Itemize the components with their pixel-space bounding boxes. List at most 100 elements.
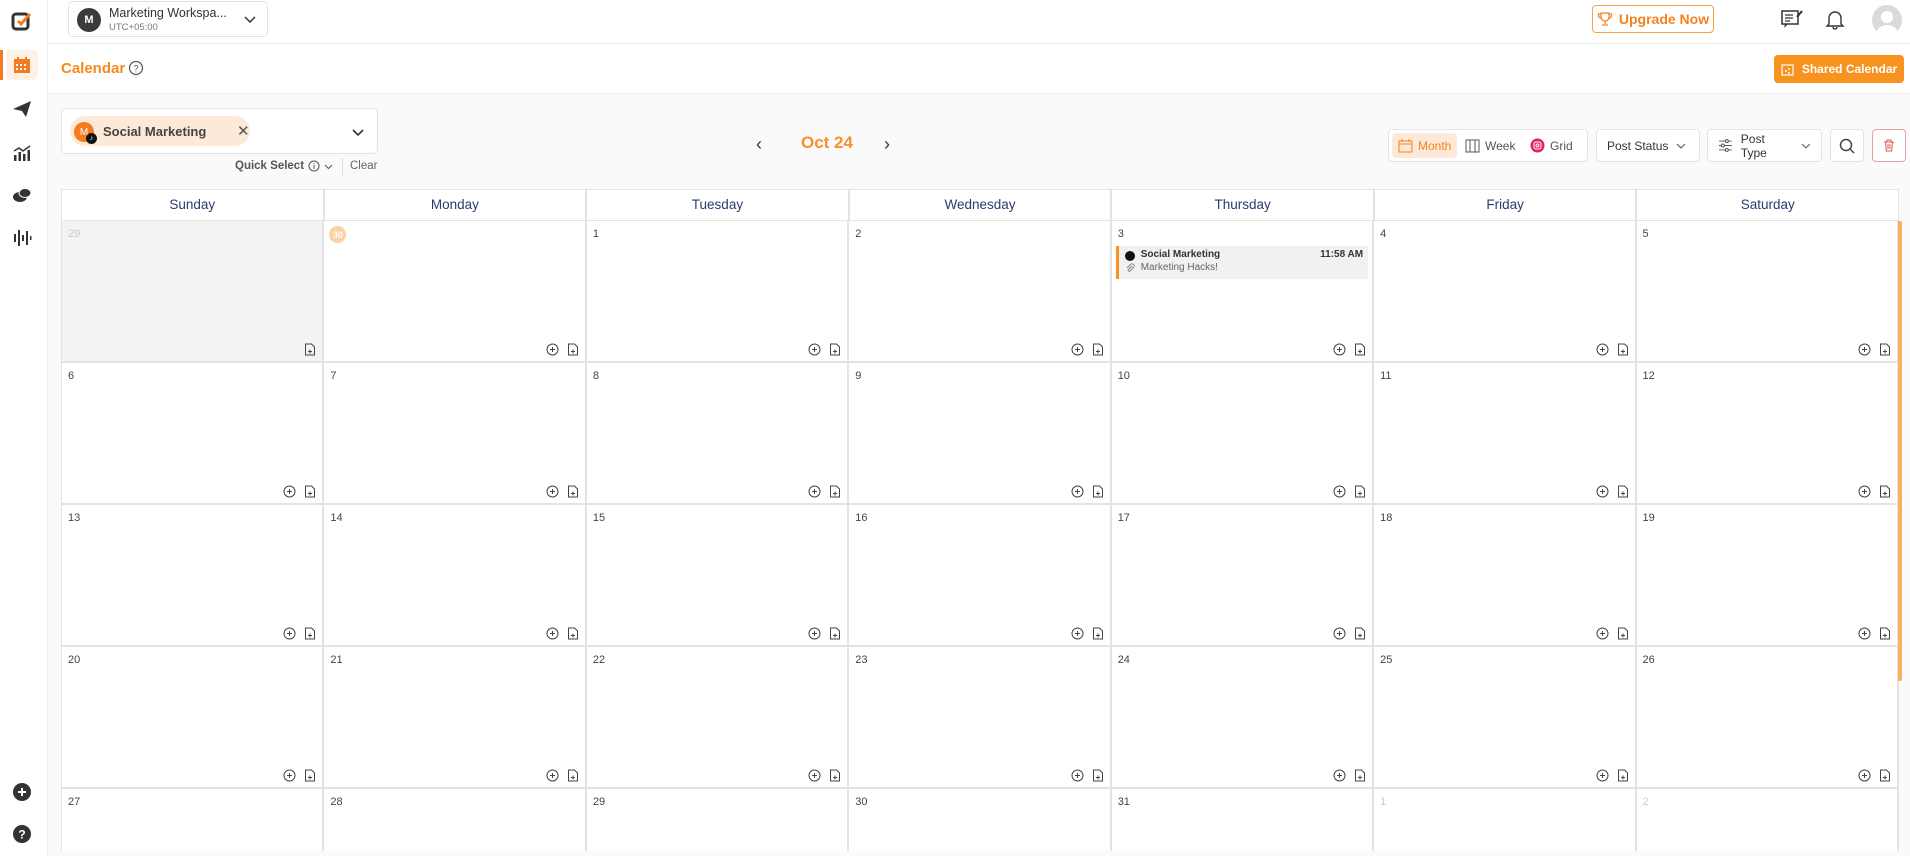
calendar-day-cell[interactable]: 5	[1636, 221, 1899, 361]
workspace-selector[interactable]: M Marketing Workspa... UTC+05:00	[68, 1, 268, 37]
delete-button[interactable]	[1872, 129, 1906, 162]
add-draft-icon[interactable]	[567, 485, 579, 498]
calendar-day-cell[interactable]: 4	[1374, 221, 1637, 361]
add-draft-icon[interactable]	[1354, 343, 1366, 356]
upgrade-now-button[interactable]: Upgrade Now	[1592, 5, 1714, 33]
add-draft-icon[interactable]	[1879, 485, 1891, 498]
add-draft-icon[interactable]	[1879, 343, 1891, 356]
add-draft-icon[interactable]	[1617, 769, 1629, 782]
calendar-day-cell[interactable]: 30	[324, 221, 587, 361]
add-post-icon[interactable]	[1858, 769, 1871, 782]
add-draft-icon[interactable]	[304, 627, 316, 640]
calendar-day-cell[interactable]: 19	[1636, 505, 1899, 645]
sidebar-item-calendar[interactable]	[6, 50, 38, 80]
calendar-day-cell[interactable]: 26	[1636, 647, 1899, 787]
shared-calendar-button[interactable]: Shared Calendar	[1774, 55, 1904, 83]
add-draft-icon[interactable]	[1617, 485, 1629, 498]
calendar-day-cell[interactable]: 1	[1374, 789, 1637, 851]
add-draft-icon[interactable]	[1617, 343, 1629, 356]
calendar-day-cell[interactable]: 17	[1111, 505, 1375, 645]
calendar-scrollbar[interactable]	[1898, 221, 1902, 681]
clear-button[interactable]: Clear	[350, 160, 377, 172]
add-draft-icon[interactable]	[567, 343, 579, 356]
add-post-icon[interactable]	[1858, 343, 1871, 356]
add-post-icon[interactable]	[546, 343, 559, 356]
calendar-day-cell[interactable]: 20	[62, 647, 325, 787]
add-post-icon[interactable]	[1071, 485, 1084, 498]
calendar-day-cell[interactable]: 30	[849, 789, 1112, 851]
add-draft-icon[interactable]	[829, 343, 841, 356]
calendar-day-cell[interactable]: 2	[849, 221, 1112, 361]
calendar-day-cell[interactable]: 3 Social Marketing 11:58 AM Marketing Hacks…	[1111, 221, 1375, 361]
add-draft-icon[interactable]	[304, 485, 316, 498]
add-post-icon[interactable]	[546, 485, 559, 498]
post-status-dropdown[interactable]: Post Status	[1596, 129, 1700, 162]
calendar-day-cell[interactable]: 23	[849, 647, 1112, 787]
add-post-icon[interactable]	[1071, 769, 1084, 782]
add-post-icon[interactable]	[283, 485, 296, 498]
add-draft-icon[interactable]	[829, 627, 841, 640]
add-post-icon[interactable]	[808, 627, 821, 640]
add-draft-icon[interactable]	[1879, 769, 1891, 782]
add-post-icon[interactable]	[546, 769, 559, 782]
calendar-day-cell[interactable]: 31	[1111, 789, 1375, 851]
add-draft-icon[interactable]	[829, 769, 841, 782]
sidebar-item-analytics[interactable]	[8, 139, 36, 167]
calendar-day-cell[interactable]: 1	[586, 221, 850, 361]
add-post-icon[interactable]	[1333, 343, 1346, 356]
calendar-day-cell[interactable]: 16	[849, 505, 1112, 645]
view-grid-button[interactable]: Grid	[1524, 133, 1579, 158]
search-button[interactable]	[1830, 129, 1864, 162]
add-draft-icon[interactable]	[1092, 485, 1104, 498]
calendar-day-cell[interactable]: 24	[1111, 647, 1375, 787]
add-post-icon[interactable]	[1071, 627, 1084, 640]
add-post-icon[interactable]	[1333, 485, 1346, 498]
add-post-icon[interactable]	[808, 343, 821, 356]
add-post-icon[interactable]	[808, 485, 821, 498]
view-month-button[interactable]: Month	[1392, 133, 1458, 158]
calendar-day-cell[interactable]: 18	[1374, 505, 1637, 645]
add-post-icon[interactable]	[546, 627, 559, 640]
help-circle-icon[interactable]: ?	[128, 60, 144, 76]
add-draft-icon[interactable]	[1354, 485, 1366, 498]
calendar-day-cell[interactable]: 29	[62, 221, 325, 361]
help-button[interactable]: ?	[8, 820, 36, 848]
calendar-day-cell[interactable]: 22	[586, 647, 850, 787]
add-post-icon[interactable]	[283, 769, 296, 782]
add-draft-icon[interactable]	[1354, 627, 1366, 640]
calendar-day-cell[interactable]: 7	[324, 363, 587, 503]
add-post-icon[interactable]	[1858, 485, 1871, 498]
calendar-day-cell[interactable]: 28	[324, 789, 587, 851]
add-post-icon[interactable]	[808, 769, 821, 782]
add-draft-icon[interactable]	[1092, 627, 1104, 640]
add-draft-icon[interactable]	[1092, 769, 1104, 782]
calendar-day-cell[interactable]: 15	[586, 505, 850, 645]
view-week-button[interactable]: Week	[1459, 133, 1521, 158]
calendar-day-cell[interactable]: 9	[849, 363, 1112, 503]
notifications-button[interactable]	[1824, 8, 1846, 35]
app-logo-icon[interactable]	[8, 7, 36, 35]
calendar-day-cell[interactable]: 21	[324, 647, 587, 787]
sidebar-item-inbox[interactable]	[8, 182, 36, 210]
user-avatar[interactable]	[1872, 5, 1902, 35]
add-button[interactable]	[8, 778, 36, 806]
calendar-day-cell[interactable]: 11	[1374, 363, 1637, 503]
calendar-day-cell[interactable]: 12	[1636, 363, 1899, 503]
calendar-day-cell[interactable]: 10	[1111, 363, 1375, 503]
add-draft-icon[interactable]	[304, 769, 316, 782]
quick-select-button[interactable]: Quick Select	[235, 160, 333, 172]
add-draft-icon[interactable]	[1092, 343, 1104, 356]
add-draft-icon[interactable]	[1879, 627, 1891, 640]
feedback-button[interactable]	[1780, 8, 1804, 35]
add-post-icon[interactable]	[1333, 769, 1346, 782]
account-filter-select[interactable]: M ♪ Social Marketing ✕	[61, 108, 378, 154]
add-post-icon[interactable]	[1858, 627, 1871, 640]
add-draft-icon[interactable]	[1617, 627, 1629, 640]
sidebar-item-listening[interactable]	[8, 224, 36, 252]
calendar-day-cell[interactable]: 6	[62, 363, 325, 503]
next-month-button[interactable]: ›	[884, 134, 890, 155]
add-draft-icon[interactable]	[829, 485, 841, 498]
add-post-icon[interactable]	[1071, 343, 1084, 356]
add-post-icon[interactable]	[283, 627, 296, 640]
add-draft-icon[interactable]	[567, 769, 579, 782]
